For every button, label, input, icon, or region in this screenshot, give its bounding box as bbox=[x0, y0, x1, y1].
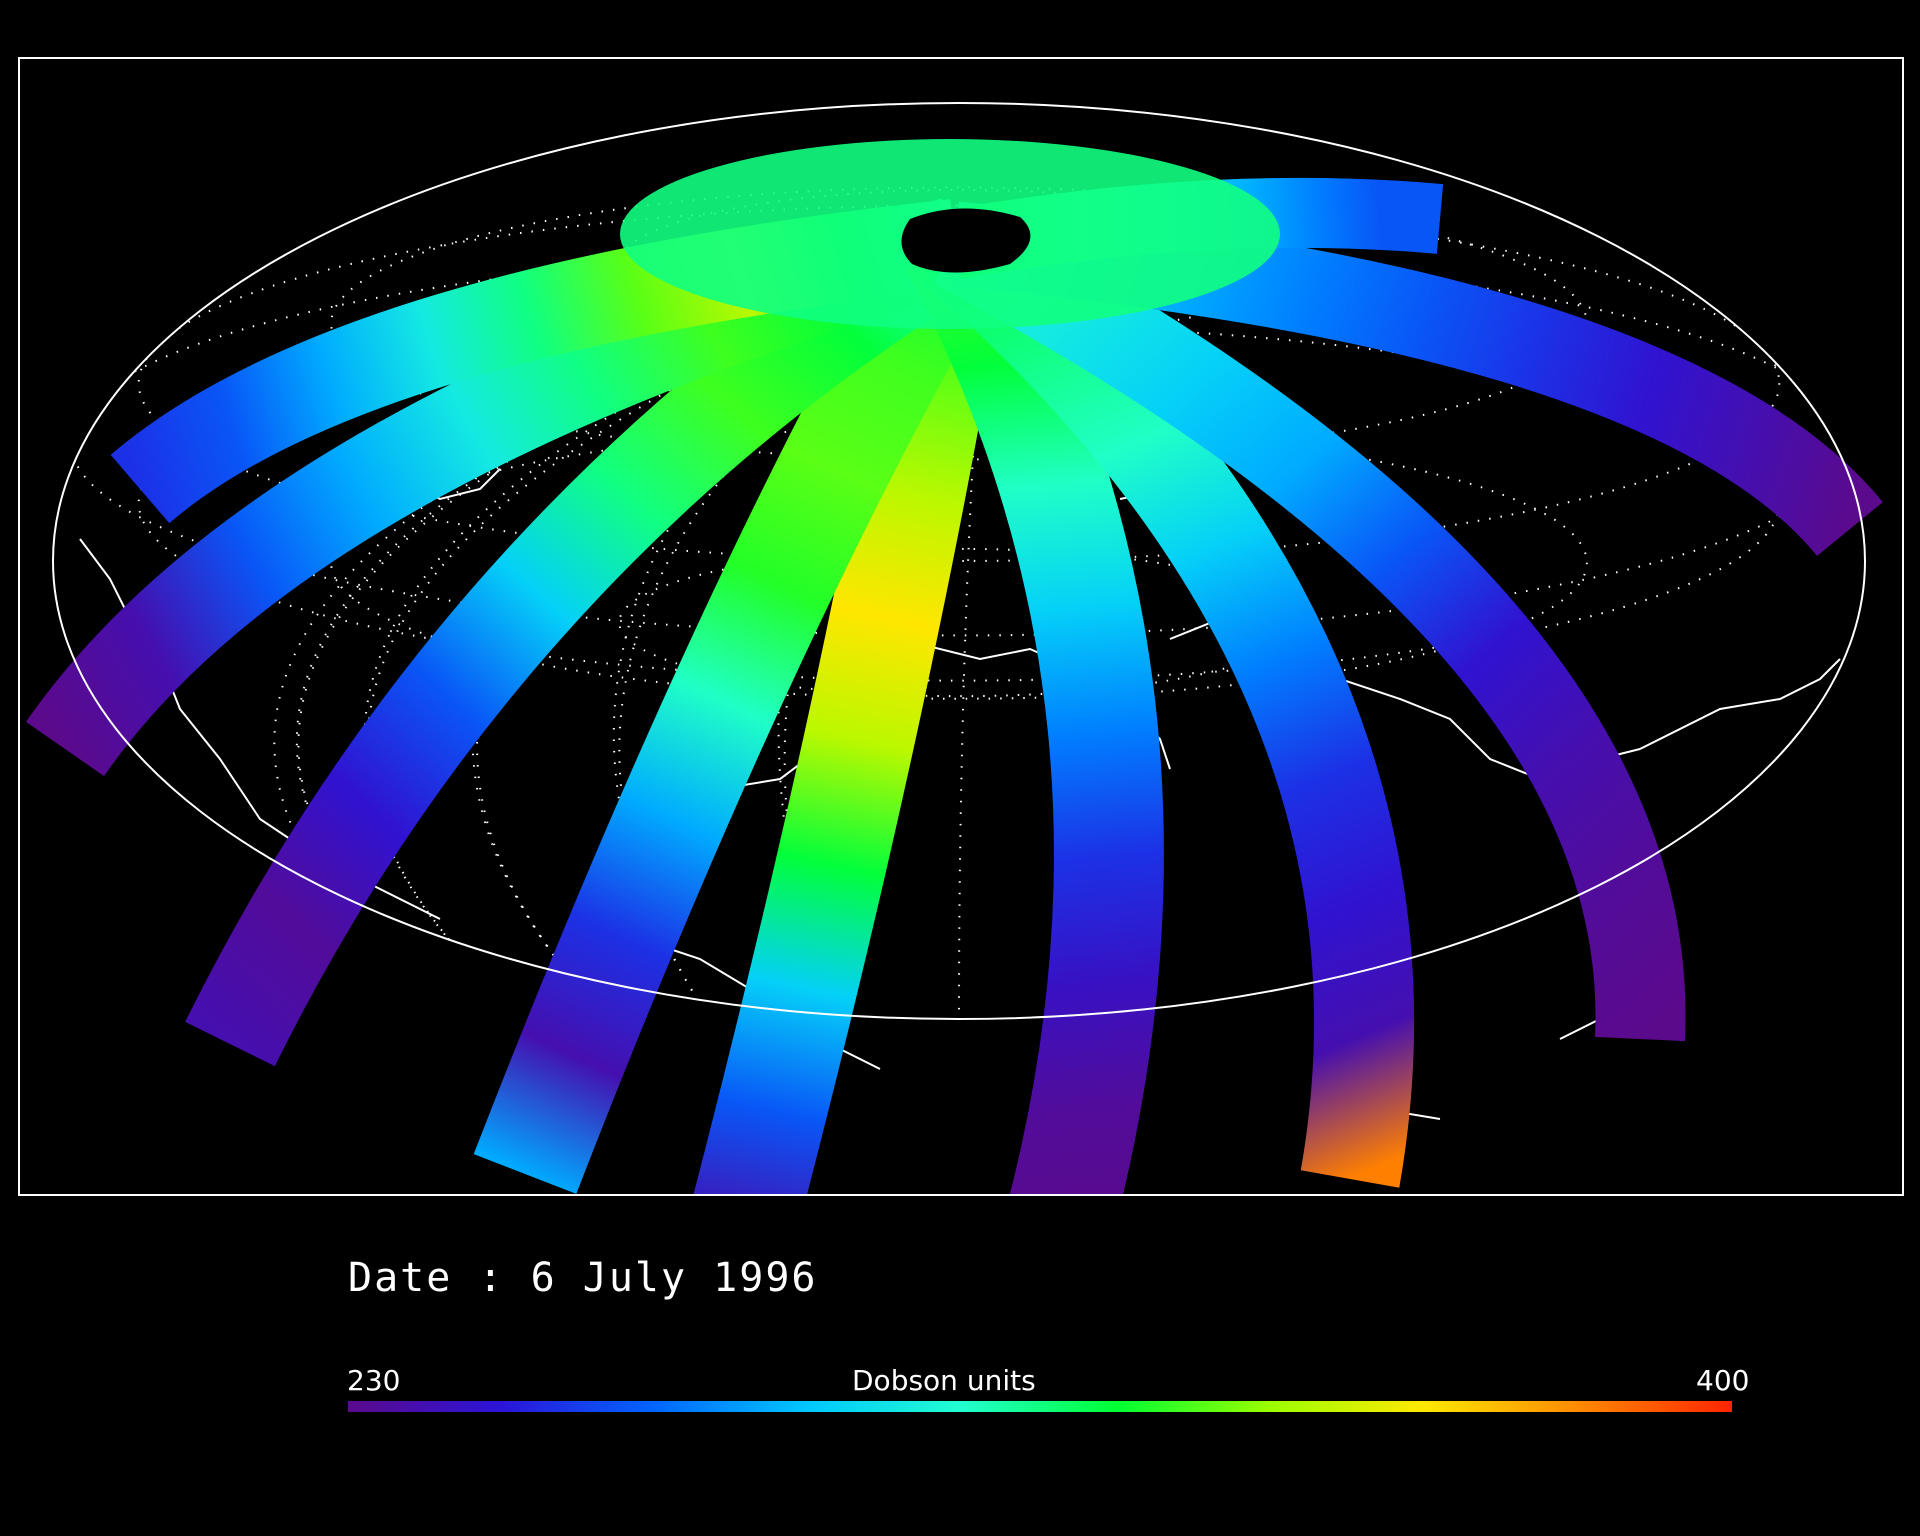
colorbar bbox=[348, 1401, 1732, 1412]
polar-data-gap bbox=[901, 208, 1031, 273]
satellite-swaths bbox=[25, 139, 1883, 1194]
date-label: Date : 6 July 1996 bbox=[348, 1255, 818, 1301]
colorbar-title: Dobson units bbox=[852, 1364, 1036, 1397]
colorbar-min-label: 230 bbox=[347, 1364, 401, 1397]
map-frame bbox=[18, 57, 1904, 1196]
coastline-segment bbox=[1639, 658, 1841, 750]
colorbar-max-label: 400 bbox=[1696, 1364, 1750, 1397]
ozone-map bbox=[25, 102, 1883, 1194]
